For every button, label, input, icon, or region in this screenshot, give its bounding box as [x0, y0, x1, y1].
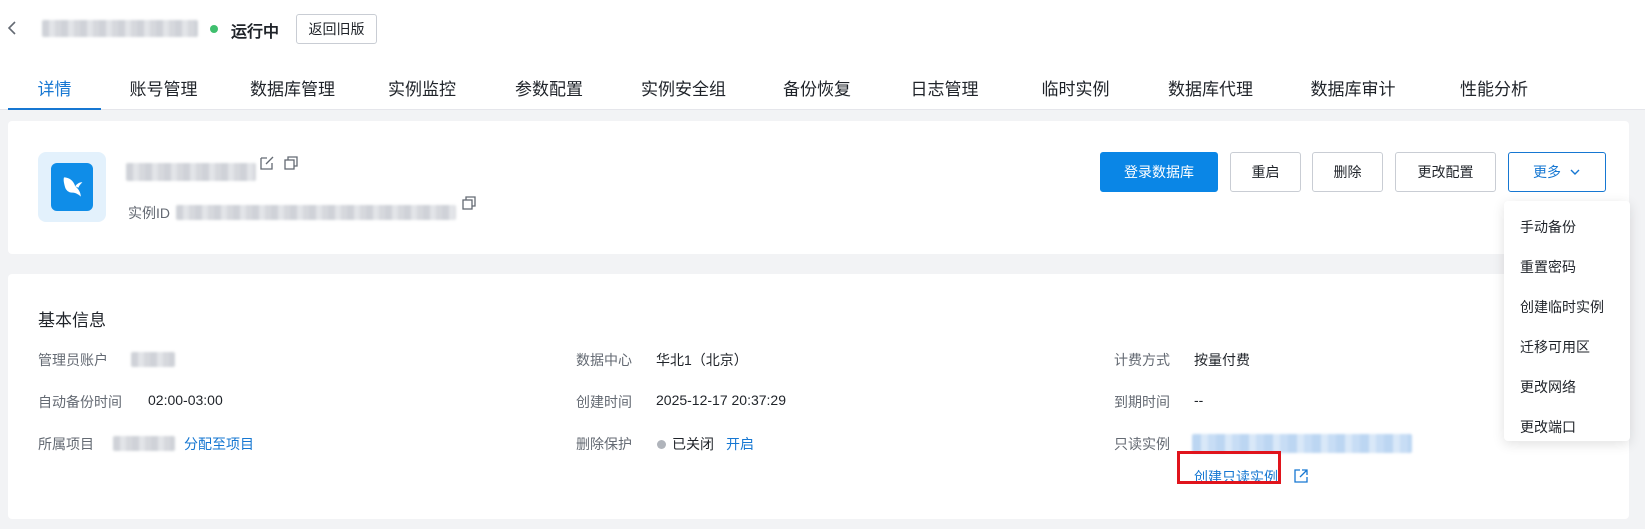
- menu-item-create-temp-instance[interactable]: 创建临时实例: [1504, 287, 1630, 327]
- more-button-label: 更多: [1533, 164, 1561, 180]
- project-label: 所属项目: [38, 436, 94, 452]
- created-time-label: 创建时间: [576, 394, 632, 410]
- back-arrow-icon[interactable]: [4, 16, 20, 40]
- change-config-button[interactable]: 更改配置: [1395, 152, 1496, 192]
- instance-name-redacted: [42, 20, 198, 37]
- billing-label: 计费方式: [1114, 352, 1170, 368]
- tab-databases[interactable]: 数据库管理: [226, 64, 359, 110]
- return-old-version-button[interactable]: 返回旧版: [296, 14, 377, 44]
- edit-icon[interactable]: [258, 154, 276, 172]
- instance-name-redacted: [126, 163, 256, 181]
- expire-value: --: [1194, 392, 1204, 408]
- assign-project-link[interactable]: 分配至项目: [184, 434, 254, 454]
- billing-value: 按量付费: [1194, 352, 1250, 368]
- more-button[interactable]: 更多: [1508, 152, 1606, 192]
- menu-item-reset-password[interactable]: 重置密码: [1504, 247, 1630, 287]
- external-link-icon[interactable]: [1292, 467, 1310, 485]
- tab-bar: 详情 账号管理 数据库管理 实例监控 参数配置 实例安全组 备份恢复 日志管理 …: [8, 64, 1561, 110]
- basic-info-card: 基本信息: [8, 274, 1629, 519]
- datacenter-value: 华北1（北京）: [656, 352, 748, 368]
- chevron-down-icon: [1570, 169, 1580, 175]
- restart-button[interactable]: 重启: [1230, 152, 1301, 192]
- status-text: 运行中: [231, 24, 280, 41]
- top-bar: 运行中 返回旧版 详情 账号管理 数据库管理 实例监控 参数配置 实例安全组 备…: [0, 0, 1645, 110]
- delete-protect-value: 已关闭: [672, 436, 714, 452]
- tab-monitor[interactable]: 实例监控: [359, 64, 485, 110]
- tab-db-audit[interactable]: 数据库审计: [1279, 64, 1427, 110]
- menu-item-change-network[interactable]: 更改网络: [1504, 367, 1630, 407]
- enable-delete-protect-link[interactable]: 开启: [726, 434, 754, 454]
- instance-id-redacted: [176, 205, 456, 220]
- tab-performance[interactable]: 性能分析: [1427, 64, 1561, 110]
- admin-account-label: 管理员账户: [38, 352, 108, 368]
- admin-account-redacted: [131, 352, 175, 367]
- highlight-box: [1177, 451, 1281, 484]
- tab-temp-instance[interactable]: 临时实例: [1009, 64, 1142, 110]
- expire-label: 到期时间: [1114, 394, 1170, 410]
- status-dot-icon: [657, 440, 666, 449]
- delete-protect-label: 删除保护: [576, 436, 632, 452]
- created-time-value: 2025-12-17 20:37:29: [656, 392, 786, 408]
- auto-backup-value: 02:00-03:00: [148, 392, 223, 408]
- delete-button[interactable]: 删除: [1312, 152, 1383, 192]
- datacenter-label: 数据中心: [576, 352, 632, 368]
- more-dropdown-menu: 手动备份 重置密码 创建临时实例 迁移可用区 更改网络 更改端口: [1504, 201, 1630, 441]
- tab-params[interactable]: 参数配置: [485, 64, 613, 110]
- readonly-label: 只读实例: [1114, 436, 1170, 452]
- project-redacted: [113, 436, 175, 451]
- instance-card: 实例ID 登录数据库 重启 删除 更改配置 更多: [8, 121, 1629, 254]
- login-database-button[interactable]: 登录数据库: [1100, 152, 1218, 192]
- tab-backup[interactable]: 备份恢复: [754, 64, 880, 110]
- status-dot-icon: [210, 25, 218, 33]
- tab-db-proxy[interactable]: 数据库代理: [1142, 64, 1279, 110]
- tab-accounts[interactable]: 账号管理: [101, 64, 226, 110]
- instance-id-label: 实例ID: [128, 205, 170, 221]
- copy-icon[interactable]: [282, 154, 300, 172]
- menu-item-change-port[interactable]: 更改端口: [1504, 407, 1630, 447]
- menu-item-migrate-zone[interactable]: 迁移可用区: [1504, 327, 1630, 367]
- section-title: 基本信息: [38, 311, 106, 330]
- mysql-dolphin-icon: [38, 152, 106, 222]
- copy-id-icon[interactable]: [460, 194, 478, 212]
- menu-item-manual-backup[interactable]: 手动备份: [1504, 207, 1630, 247]
- tab-details[interactable]: 详情: [8, 64, 101, 110]
- auto-backup-label: 自动备份时间: [38, 394, 122, 410]
- tab-security-group[interactable]: 实例安全组: [613, 64, 754, 110]
- tab-logs[interactable]: 日志管理: [880, 64, 1009, 110]
